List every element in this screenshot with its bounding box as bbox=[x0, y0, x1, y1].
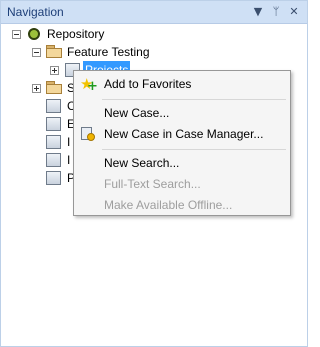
menu-item-label: New Case in Case Manager... bbox=[104, 127, 264, 141]
pin-icon[interactable]: ᛘ bbox=[269, 4, 283, 19]
case-manager-icon bbox=[80, 126, 96, 142]
tree-item-label: I bbox=[67, 153, 71, 167]
expand-icon[interactable] bbox=[50, 66, 59, 75]
repository-icon bbox=[28, 28, 40, 40]
menu-item-label: Add to Favorites bbox=[104, 77, 192, 91]
folder-icon bbox=[46, 81, 62, 94]
panel-titlebar: Navigation ▼ ᛘ ✕ bbox=[1, 1, 307, 24]
menu-item-new-case[interactable]: New Case... bbox=[74, 102, 290, 124]
menu-item-full-text-search: Full-Text Search... bbox=[74, 173, 290, 195]
tree-item-label: Repository bbox=[47, 27, 105, 41]
folder-icon bbox=[46, 45, 62, 58]
menu-item-label: Full-Text Search... bbox=[104, 177, 201, 191]
context-menu: ★ + Add to Favorites New Case... New Case… bbox=[73, 70, 291, 216]
menu-item-label: New Search... bbox=[104, 156, 180, 170]
collapse-icon[interactable] bbox=[12, 30, 21, 39]
tree-item-repository[interactable]: Repository bbox=[1, 25, 301, 43]
tree-item-feature-testing[interactable]: Feature Testing bbox=[1, 43, 301, 61]
page-icon bbox=[46, 171, 61, 185]
expand-icon[interactable] bbox=[32, 84, 41, 93]
page-icon bbox=[46, 135, 61, 149]
menu-item-label: New Case... bbox=[104, 106, 170, 120]
menu-separator bbox=[102, 99, 286, 100]
page-icon bbox=[46, 99, 61, 113]
close-icon[interactable]: ✕ bbox=[287, 4, 301, 19]
menu-item-new-case-in-case-manager[interactable]: New Case in Case Manager... bbox=[74, 123, 290, 145]
collapse-icon[interactable] bbox=[32, 48, 41, 57]
page-icon bbox=[46, 117, 61, 131]
menu-item-label: Make Available Offline... bbox=[104, 198, 233, 212]
menu-item-new-search[interactable]: New Search... bbox=[74, 152, 290, 174]
menu-item-add-to-favorites[interactable]: ★ + Add to Favorites bbox=[74, 73, 290, 95]
tree-item-label: Feature Testing bbox=[67, 45, 150, 59]
tree-item-label: I bbox=[67, 135, 71, 149]
menu-separator bbox=[102, 149, 286, 150]
panel-title: Navigation bbox=[7, 5, 64, 19]
dropdown-icon[interactable]: ▼ bbox=[251, 4, 265, 19]
menu-item-make-available-offline: Make Available Offline... bbox=[74, 194, 290, 216]
add-favorite-icon: ★ + bbox=[80, 75, 98, 94]
page-icon bbox=[46, 153, 61, 167]
